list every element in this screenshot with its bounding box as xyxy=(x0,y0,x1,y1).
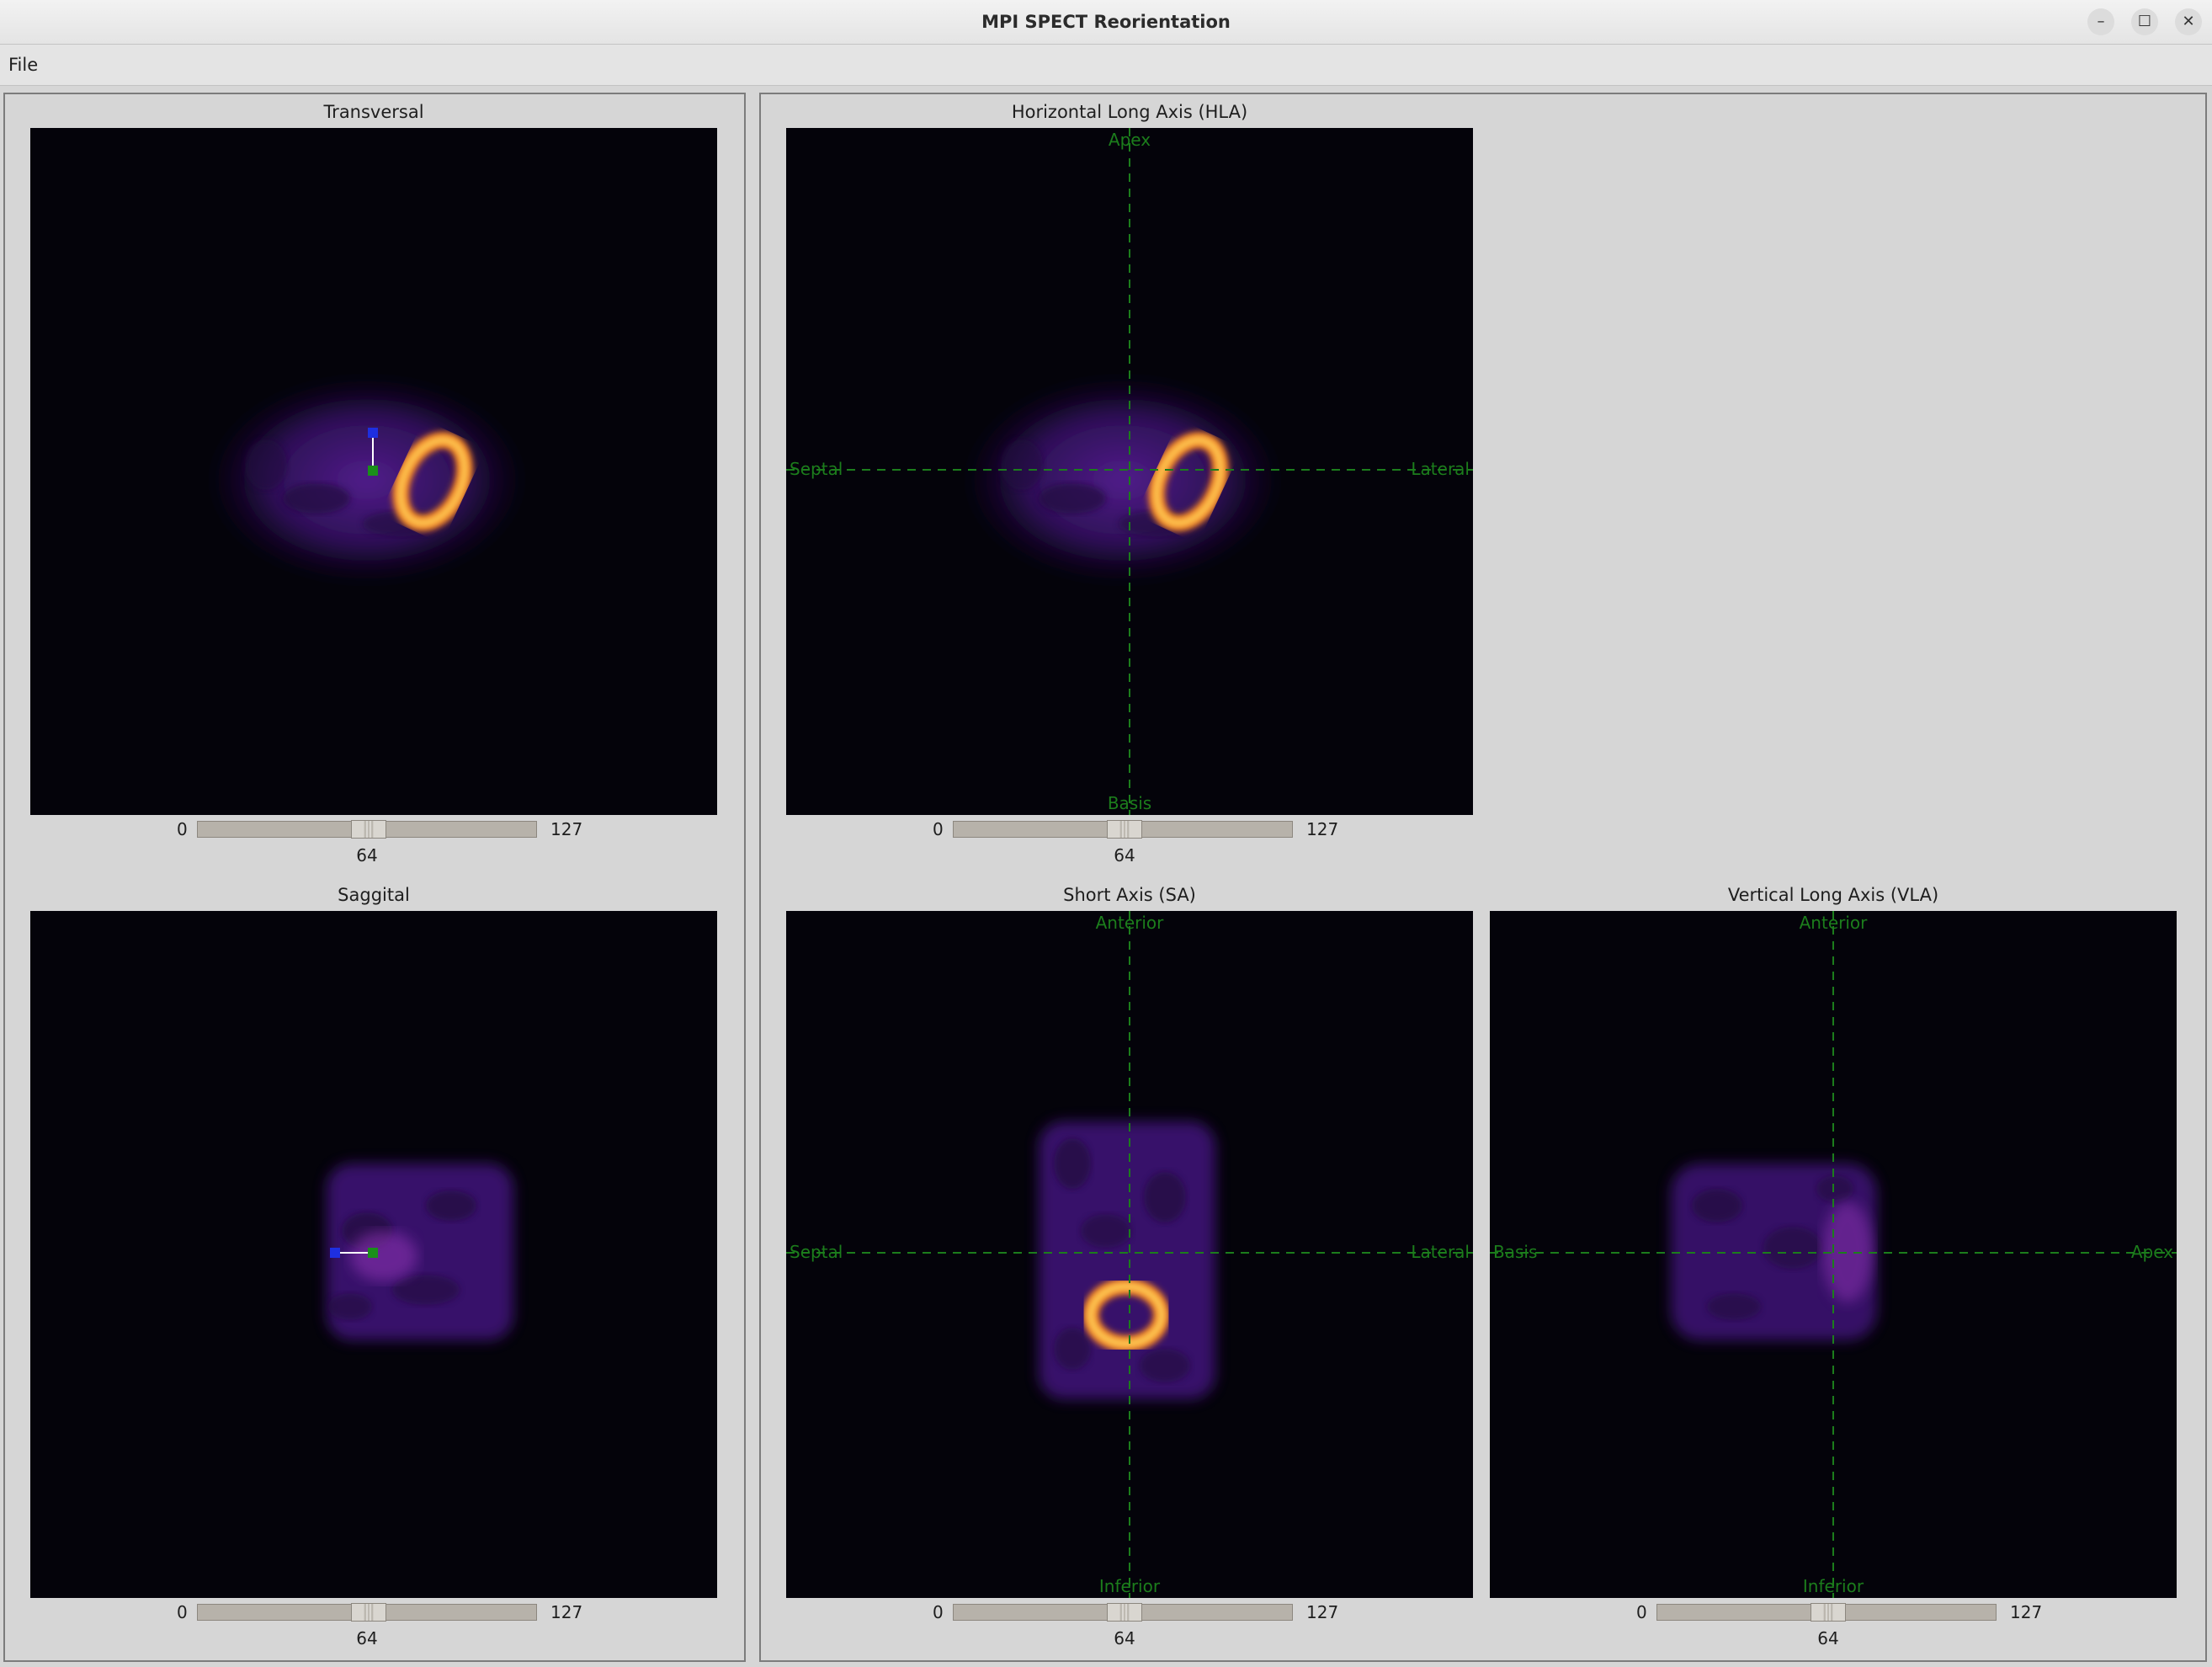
sa-label-left: Septal xyxy=(790,1242,843,1262)
saggital-slider-max: 127 xyxy=(550,1602,583,1622)
hla-label-bottom: Basis xyxy=(1107,793,1152,813)
sa-slider-value: 64 xyxy=(1114,1628,1135,1648)
sa-slider[interactable] xyxy=(953,1603,1293,1622)
menu-file[interactable]: File xyxy=(7,45,40,85)
vla-label-right: Apex xyxy=(2130,1242,2173,1262)
hla-image xyxy=(786,128,1473,815)
hla-slider-thumb[interactable] xyxy=(1106,820,1142,839)
maximize-button[interactable]: ☐ xyxy=(2131,8,2158,35)
saggital-view[interactable] xyxy=(30,911,717,1598)
hla-label-right: Lateral xyxy=(1411,459,1470,479)
sa-image xyxy=(786,911,1473,1598)
vla-title: Vertical Long Axis (VLA) xyxy=(1727,885,1939,905)
transversal-slider-value: 64 xyxy=(356,845,378,865)
vla-image xyxy=(1490,911,2177,1598)
saggital-title: Saggital xyxy=(338,885,410,905)
sa-slider-thumb[interactable] xyxy=(1106,1603,1142,1622)
title-bar: MPI SPECT Reorientation – ☐ ✕ xyxy=(0,0,2212,45)
vla-label-bottom: Inferior xyxy=(1802,1576,1864,1596)
hla-slider[interactable] xyxy=(953,820,1293,839)
vla-label-top: Anterior xyxy=(1799,913,1868,933)
hla-label-left: Septal xyxy=(790,459,843,479)
window-title: MPI SPECT Reorientation xyxy=(981,12,1231,32)
saggital-slider-thumb[interactable] xyxy=(350,1603,386,1622)
transversal-image xyxy=(207,375,527,585)
sa-label-top: Anterior xyxy=(1095,913,1164,933)
blue-handle[interactable] xyxy=(368,428,378,438)
sa-view[interactable]: Anterior Inferior Septal Lateral xyxy=(786,911,1473,1598)
transversal-slider-max: 127 xyxy=(550,819,583,839)
vla-slider-thumb[interactable] xyxy=(1810,1603,1846,1622)
saggital-image xyxy=(327,1164,513,1340)
close-button[interactable]: ✕ xyxy=(2175,8,2202,35)
hla-slider-max: 127 xyxy=(1306,819,1339,839)
hla-label-top: Apex xyxy=(1108,130,1151,150)
vla-slider-max: 127 xyxy=(2010,1602,2043,1622)
menu-bar: File xyxy=(0,45,2212,86)
blue-handle[interactable] xyxy=(330,1248,340,1258)
sa-slider-max: 127 xyxy=(1306,1602,1339,1622)
sa-label-bottom: Inferior xyxy=(1098,1576,1161,1596)
hla-slider-min: 0 xyxy=(933,819,944,839)
sa-slider-min: 0 xyxy=(933,1602,944,1622)
saggital-slider-value: 64 xyxy=(356,1628,378,1648)
vla-label-left: Basis xyxy=(1493,1242,1538,1262)
green-handle[interactable] xyxy=(368,466,378,476)
transversal-title: Transversal xyxy=(323,102,424,122)
saggital-slider-min: 0 xyxy=(177,1602,188,1622)
vla-slider[interactable] xyxy=(1656,1603,1997,1622)
vla-view[interactable]: Anterior Inferior Basis Apex xyxy=(1490,911,2177,1598)
sa-label-right: Lateral xyxy=(1411,1242,1470,1262)
vla-slider-min: 0 xyxy=(1636,1602,1647,1622)
hla-view[interactable]: Apex Basis Septal Lateral xyxy=(786,128,1473,815)
green-handle[interactable] xyxy=(368,1248,378,1258)
transversal-slider-thumb[interactable] xyxy=(350,820,386,839)
transversal-slider-min: 0 xyxy=(177,819,188,839)
hla-slider-value: 64 xyxy=(1114,845,1135,865)
transversal-slider[interactable] xyxy=(197,820,537,839)
transversal-view[interactable] xyxy=(30,128,717,815)
minimize-button[interactable]: – xyxy=(2087,8,2114,35)
saggital-slider[interactable] xyxy=(197,1603,537,1622)
hla-title: Horizontal Long Axis (HLA) xyxy=(1011,102,1248,122)
vla-slider-value: 64 xyxy=(1817,1628,1839,1648)
sa-title: Short Axis (SA) xyxy=(1063,885,1196,905)
